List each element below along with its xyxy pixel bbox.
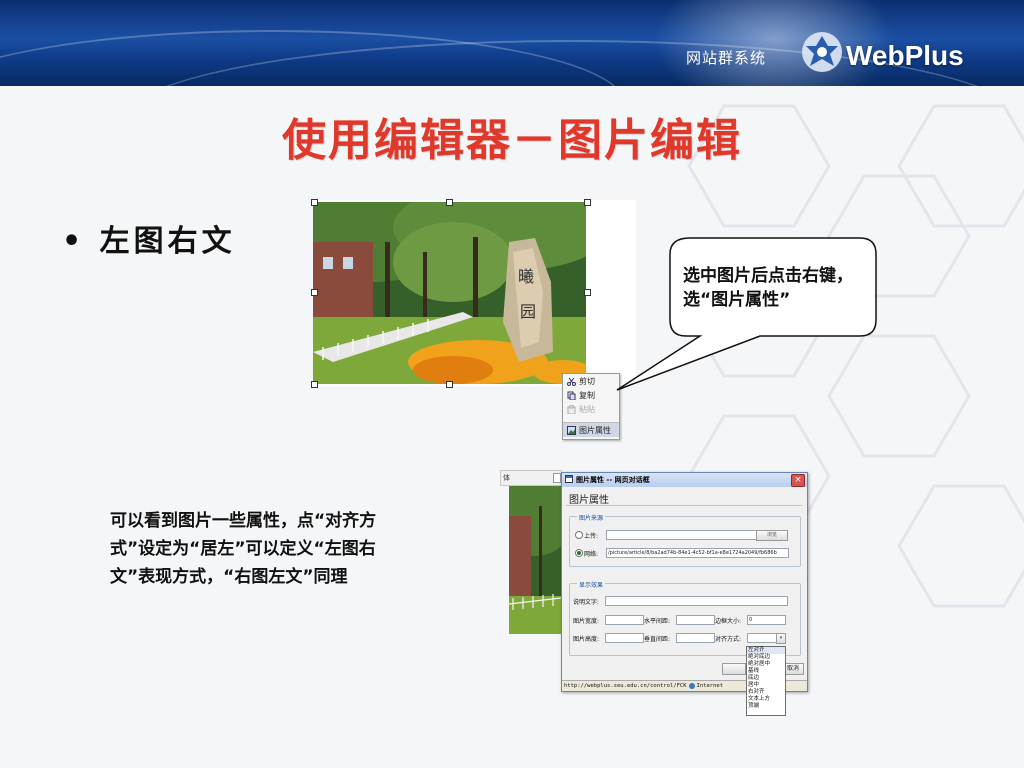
svg-text:园: 园 (520, 302, 536, 321)
resize-handle[interactable] (446, 381, 453, 388)
align-option[interactable]: 左对齐 (747, 647, 785, 654)
menu-item-paste[interactable]: 粘贴 (563, 402, 619, 416)
vspace-input[interactable] (676, 633, 715, 643)
bullet-point: • 左图右文 (62, 224, 236, 259)
chevron-down-icon[interactable]: ▾ (776, 633, 786, 644)
menu-item-paste-label: 粘贴 (579, 404, 595, 414)
align-option[interactable]: 居中 (747, 682, 785, 689)
align-option[interactable]: 底边 (747, 675, 785, 682)
statusbar-zone: Internet (696, 683, 724, 689)
upload-file-input[interactable] (606, 530, 757, 540)
bullet-text: 左图右文 (99, 224, 236, 259)
align-option[interactable]: 绝对底边 (747, 654, 785, 661)
menu-item-image-properties[interactable]: 图片属性 (563, 422, 619, 437)
divider (566, 505, 802, 506)
editor-toolbar-strip: 体 (500, 470, 562, 486)
font-select[interactable] (553, 473, 561, 483)
description-text: 可以看到图片一些属性，点“对齐方式”设定为“居左”可以定义“左图右文”表现方式，… (110, 511, 377, 587)
scissors-icon (567, 377, 576, 386)
border-input[interactable]: 0 (747, 615, 786, 625)
selected-image-area[interactable]: 曦 园 (311, 199, 636, 388)
web-url-input[interactable]: /picture/article/8/ba2ad74b-84e1-4c52-bf… (606, 548, 789, 558)
campus-photo[interactable]: 曦 园 (313, 202, 586, 384)
upload-radio[interactable] (575, 531, 583, 539)
font-label: 体 (503, 474, 510, 482)
context-menu: 剪切 复制 粘贴 图片属性 (562, 373, 620, 440)
paste-icon (567, 404, 576, 414)
align-options-list: 左对齐 绝对底边 绝对居中 基线 底边 居中 右对齐 文本上方 顶端 (746, 646, 786, 716)
editor-image-preview (509, 486, 561, 634)
alt-text-input[interactable] (605, 596, 788, 606)
align-option[interactable]: 基线 (747, 668, 785, 675)
align-select[interactable] (747, 633, 778, 643)
callout-text: 选中图片后点击右键，选“图片属性” (683, 266, 853, 310)
resize-handle[interactable] (311, 199, 318, 206)
header-banner: 网站群系统 WebPlus (0, 0, 1024, 86)
image-properties-icon (567, 425, 576, 435)
slide-title: 使用编辑器－图片编辑 (282, 115, 742, 166)
ok-button[interactable] (722, 663, 746, 675)
web-radio[interactable] (575, 549, 583, 557)
resize-handle[interactable] (446, 199, 453, 206)
browse-button[interactable]: 浏览 (756, 530, 788, 541)
menu-item-cut-label: 剪切 (579, 376, 595, 386)
height-input[interactable] (605, 633, 644, 643)
copy-icon (567, 391, 576, 400)
svg-text:曦: 曦 (518, 267, 534, 286)
dialog-titlebar[interactable]: 图片属性 -- 网页对话框 (562, 473, 807, 487)
align-option[interactable]: 顶端 (747, 703, 785, 710)
menu-item-cut[interactable]: 剪切 (563, 374, 619, 388)
image-source-legend: 图片来源 (577, 513, 606, 522)
resize-handle[interactable] (584, 199, 591, 206)
system-label: 网站群系统 (686, 49, 767, 67)
image-source-group: 图片来源 上传: 浏览 网络: /picture/article/8/ba2ad… (569, 513, 801, 567)
menu-item-image-properties-label: 图片属性 (579, 425, 611, 435)
alt-text-label: 说明文字: (573, 599, 600, 606)
hspace-input[interactable] (676, 615, 715, 625)
webplus-logo-icon (802, 32, 842, 72)
align-label: 对齐方式: (715, 636, 742, 643)
vspace-label: 垂直间距: (644, 636, 671, 643)
menu-item-copy-label: 复制 (579, 390, 595, 400)
statusbar-url: http://webplus.seu.edu.cn/control/FCK (564, 683, 687, 689)
resize-handle[interactable] (311, 289, 318, 296)
height-label: 图片高度: (573, 636, 600, 643)
align-option[interactable]: 右对齐 (747, 689, 785, 696)
dialog-heading: 图片属性 (569, 495, 609, 506)
brand-name: WebPlus (846, 40, 964, 71)
hspace-label: 水平间距: (644, 618, 671, 625)
width-label: 图片宽度: (573, 618, 600, 625)
border-label: 边框大小: (715, 618, 742, 625)
width-input[interactable] (605, 615, 644, 625)
align-option[interactable]: 文本上方 (747, 696, 785, 703)
dialog-window-icon (565, 475, 573, 485)
align-option[interactable]: 绝对居中 (747, 661, 785, 668)
globe-icon (688, 682, 695, 689)
display-effect-legend: 显示效果 (577, 580, 606, 589)
resize-handle[interactable] (584, 289, 591, 296)
resize-handle[interactable] (311, 381, 318, 388)
dialog-window-title: 图片属性 -- 网页对话框 (576, 476, 650, 484)
web-label: 网络: (584, 551, 599, 558)
upload-label: 上传: (584, 533, 599, 540)
close-icon[interactable]: × (791, 474, 805, 487)
menu-item-copy[interactable]: 复制 (563, 388, 619, 402)
